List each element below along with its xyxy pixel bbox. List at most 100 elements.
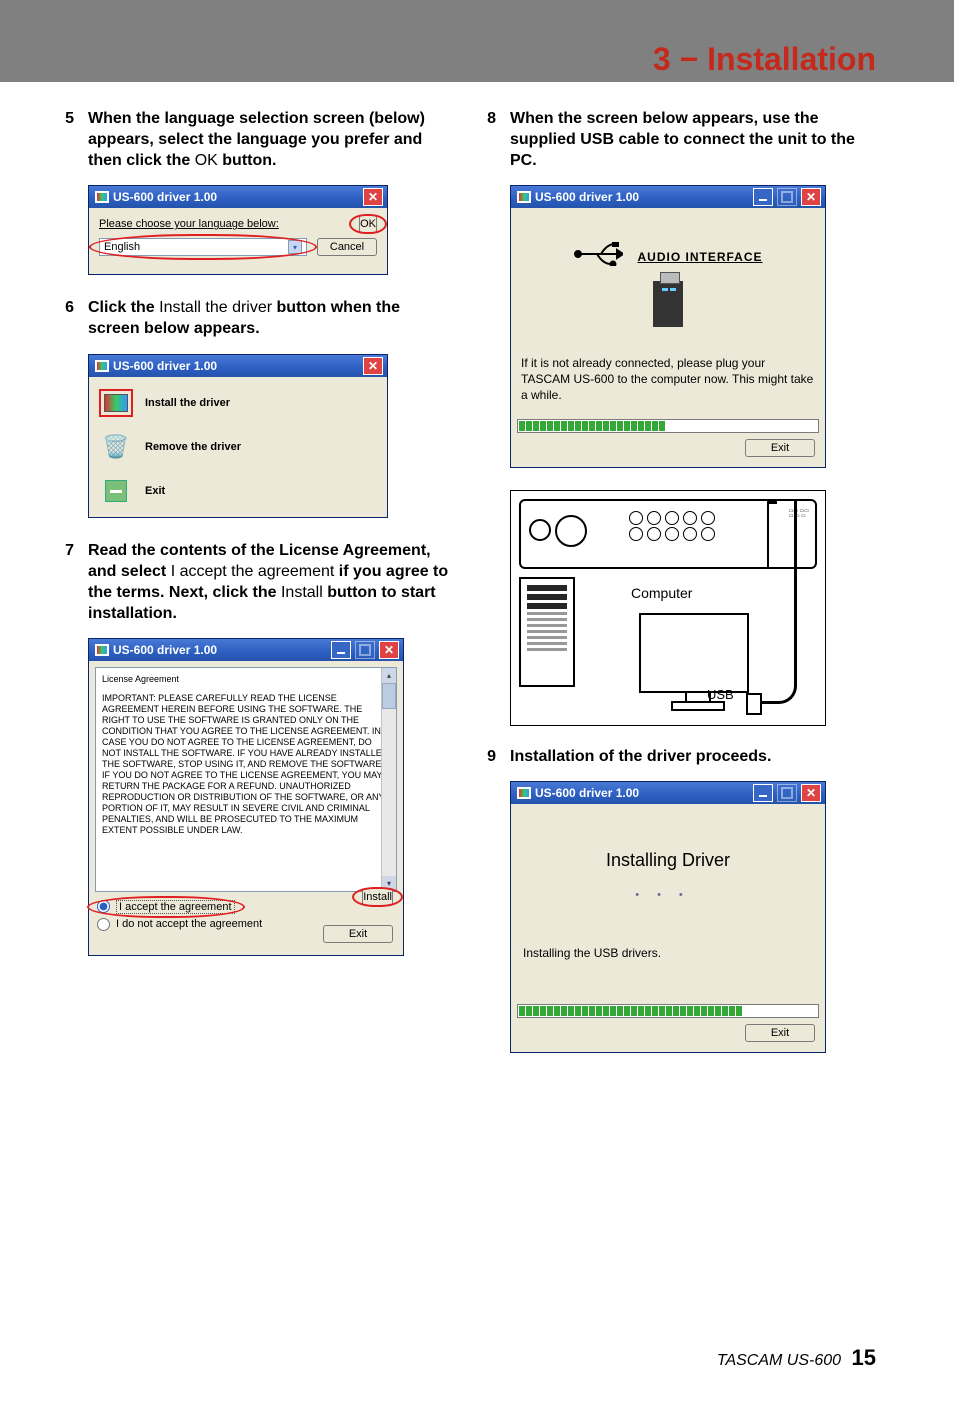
app-icon bbox=[95, 191, 109, 203]
step-8: 8 When the screen below appears, use the… bbox=[482, 108, 876, 171]
connection-diagram: ▭▭ ▭▭▭ ▭ ▭ Computer USB bbox=[510, 490, 826, 726]
option-label: Remove the driver bbox=[145, 441, 241, 453]
ok-button[interactable]: OK bbox=[359, 215, 377, 233]
step-text: Installation of the driver proceeds. bbox=[510, 746, 771, 767]
chevron-down-icon[interactable]: ▾ bbox=[288, 240, 302, 254]
exit-option[interactable]: Exit bbox=[97, 469, 379, 513]
usb-graphic: AUDIO INTERFACE bbox=[517, 214, 819, 354]
titlebar: US-600 driver 1.00 ✕ bbox=[511, 186, 825, 208]
maximize-icon[interactable] bbox=[777, 188, 797, 206]
right-column: 8 When the screen below appears, use the… bbox=[482, 108, 876, 1075]
scroll-up-icon[interactable]: ▴ bbox=[382, 668, 396, 683]
titlebar: US-600 driver 1.00 ✕ bbox=[89, 186, 387, 208]
selected-language: English bbox=[104, 241, 140, 253]
app-icon bbox=[95, 644, 109, 656]
step-text: When the language selection screen (belo… bbox=[88, 108, 454, 171]
scrollbar[interactable]: ▴ ▾ bbox=[381, 668, 396, 891]
window-title: US-600 driver 1.00 bbox=[535, 190, 639, 204]
usb-label: USB bbox=[707, 687, 734, 702]
monitor-drawing bbox=[639, 613, 749, 693]
usb-cable-drawing bbox=[761, 499, 797, 704]
close-icon[interactable]: ✕ bbox=[801, 188, 821, 206]
figure-step6: US-600 driver 1.00 ✕ Install the driver … bbox=[88, 354, 454, 518]
install-icon bbox=[99, 389, 133, 417]
window-title: US-600 driver 1.00 bbox=[113, 359, 217, 373]
dialog-license: US-600 driver 1.00 ✕ License Agreement I… bbox=[88, 638, 404, 956]
step-text: When the screen below appears, use the s… bbox=[510, 108, 876, 171]
step-7: 7 Read the contents of the License Agree… bbox=[60, 540, 454, 624]
figure-step5: US-600 driver 1.00 ✕ Please choose your … bbox=[88, 185, 454, 275]
progress-bar bbox=[517, 419, 819, 433]
left-column: 5 When the language selection screen (be… bbox=[60, 108, 454, 1075]
dialog-driver-menu: US-600 driver 1.00 ✕ Install the driver … bbox=[88, 354, 388, 518]
maximize-icon[interactable] bbox=[355, 641, 375, 659]
language-label: Please choose your language below: bbox=[99, 218, 349, 230]
exit-button[interactable]: Exit bbox=[745, 1024, 815, 1042]
minimize-icon[interactable] bbox=[331, 641, 351, 659]
install-button[interactable]: Install bbox=[362, 888, 393, 906]
exit-icon bbox=[99, 477, 133, 505]
installing-message: Installing the USB drivers. bbox=[517, 940, 819, 1000]
step-number: 9 bbox=[482, 746, 496, 767]
usb-plug-icon bbox=[767, 499, 777, 504]
app-icon bbox=[95, 360, 109, 372]
install-driver-option[interactable]: Install the driver bbox=[97, 381, 379, 425]
exit-button[interactable]: Exit bbox=[745, 439, 815, 457]
step-text: Read the contents of the License Agreeme… bbox=[88, 540, 454, 624]
computer-label: Computer bbox=[631, 585, 692, 601]
computer-tower-drawing bbox=[519, 577, 575, 687]
figure-step7: US-600 driver 1.00 ✕ License Agreement I… bbox=[88, 638, 454, 956]
remove-icon: 🗑️ bbox=[99, 433, 133, 461]
window-title: US-600 driver 1.00 bbox=[113, 643, 217, 657]
window-title: US-600 driver 1.00 bbox=[535, 786, 639, 800]
accept-label: I accept the agreement bbox=[116, 900, 235, 914]
license-body: IMPORTANT: PLEASE CAREFULLY READ THE LIC… bbox=[102, 693, 390, 836]
step-number: 8 bbox=[482, 108, 496, 171]
text: Click the bbox=[88, 299, 159, 316]
cancel-button[interactable]: Cancel bbox=[317, 238, 377, 256]
figure-step8a: US-600 driver 1.00 ✕ AUDIO INT bbox=[510, 185, 876, 468]
text: Install the driver bbox=[159, 299, 272, 316]
reject-label: I do not accept the agreement bbox=[116, 918, 262, 930]
text: I accept the agreement bbox=[171, 563, 335, 580]
section-header: 3 − Installation bbox=[0, 36, 954, 82]
step-6: 6 Click the Install the driver button wh… bbox=[60, 297, 454, 339]
step-9: 9 Installation of the driver proceeds. bbox=[482, 746, 876, 767]
installing-heading: Installing Driver bbox=[606, 850, 730, 871]
language-select[interactable]: English ▾ bbox=[99, 238, 307, 256]
maximize-icon[interactable] bbox=[777, 784, 797, 802]
close-icon[interactable]: ✕ bbox=[801, 784, 821, 802]
progress-dots: ••• bbox=[635, 889, 701, 901]
step-number: 6 bbox=[60, 297, 74, 339]
audio-interface-label: AUDIO INTERFACE bbox=[637, 250, 762, 264]
close-icon[interactable]: ✕ bbox=[363, 357, 383, 375]
close-icon[interactable]: ✕ bbox=[379, 641, 399, 659]
license-textarea[interactable]: License Agreement IMPORTANT: PLEASE CARE… bbox=[95, 667, 397, 892]
option-label: Install the driver bbox=[145, 397, 230, 409]
page-number: 15 bbox=[852, 1345, 876, 1370]
app-icon bbox=[517, 191, 531, 203]
close-icon[interactable]: ✕ bbox=[363, 188, 383, 206]
text: OK bbox=[195, 152, 218, 169]
accept-radio[interactable] bbox=[97, 900, 110, 913]
minimize-icon[interactable] bbox=[753, 784, 773, 802]
page-top-margin bbox=[0, 0, 954, 36]
usb-plug-icon bbox=[746, 693, 762, 715]
option-label: Exit bbox=[145, 485, 165, 497]
dialog-language: US-600 driver 1.00 ✕ Please choose your … bbox=[88, 185, 388, 275]
product-name: TASCAM US-600 bbox=[717, 1352, 841, 1369]
page-footer: TASCAM US-600 15 bbox=[0, 1075, 954, 1401]
remove-driver-option[interactable]: 🗑️ Remove the driver bbox=[97, 425, 379, 469]
step-number: 7 bbox=[60, 540, 74, 624]
minimize-icon[interactable] bbox=[753, 188, 773, 206]
license-radios: I accept the agreement I do not accept t… bbox=[95, 892, 397, 935]
connect-message: If it is not already connected, please p… bbox=[517, 354, 819, 415]
dialog-installing: US-600 driver 1.00 ✕ Installing Driver •… bbox=[510, 781, 826, 1053]
scroll-thumb[interactable] bbox=[382, 683, 396, 709]
app-icon bbox=[517, 787, 531, 799]
reject-radio[interactable] bbox=[97, 918, 110, 931]
step-number: 5 bbox=[60, 108, 74, 171]
dialog-connect-usb: US-600 driver 1.00 ✕ AUDIO INT bbox=[510, 185, 826, 468]
license-title: License Agreement bbox=[102, 674, 390, 685]
window-title: US-600 driver 1.00 bbox=[113, 190, 217, 204]
